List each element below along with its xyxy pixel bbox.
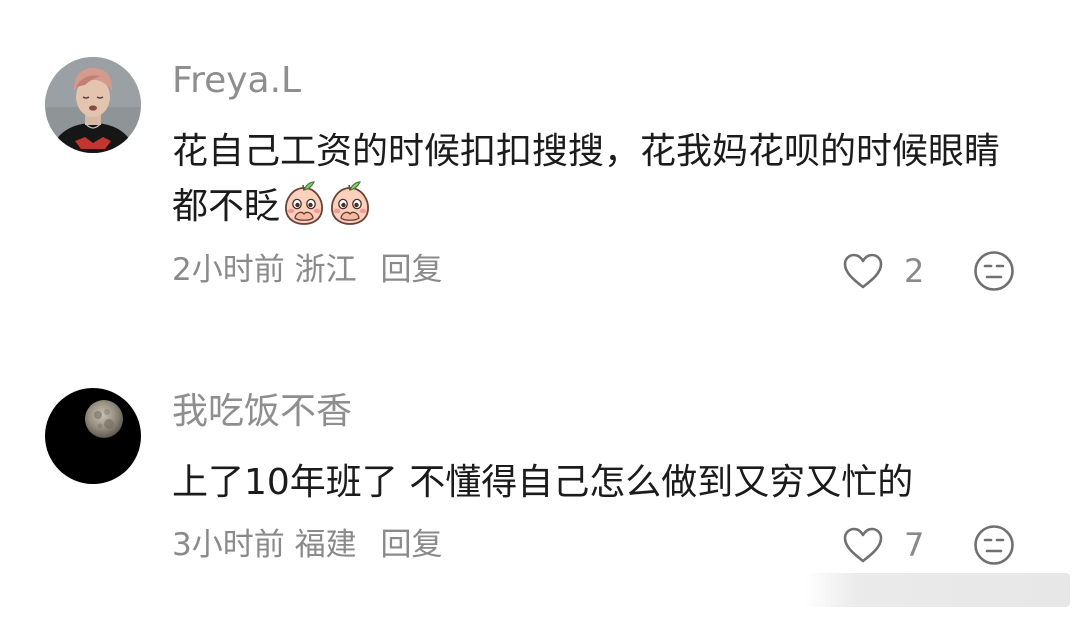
heart-outline-icon — [843, 253, 883, 289]
dislike-button[interactable] — [973, 524, 1015, 566]
like-count: 2 — [904, 252, 925, 290]
username[interactable]: 我吃饭不香 — [172, 390, 352, 434]
like-count: 7 — [904, 526, 925, 564]
like-button[interactable]: 7 — [842, 523, 924, 567]
comment-location: 浙江 — [294, 252, 357, 288]
neutral-face-icon — [974, 525, 1014, 565]
avatar[interactable] — [45, 388, 141, 484]
peach-covering-mouth-emoji-icon — [282, 178, 326, 226]
comment-meta: 3小时前 福建 回复 — [172, 525, 442, 565]
watermark — [805, 573, 1070, 607]
comment-location: 福建 — [294, 527, 357, 563]
comment-time: 2小时前 — [172, 252, 285, 288]
comment-time: 3小时前 — [172, 527, 285, 563]
avatar[interactable] — [45, 57, 141, 153]
comment-text: 花自己工资的时候扣扣搜搜，花我妈花呗的时候眼睛都不眨 — [172, 126, 1032, 233]
dislike-button[interactable] — [973, 250, 1015, 292]
like-button[interactable]: 2 — [842, 249, 924, 293]
neutral-face-icon — [974, 251, 1014, 291]
comment-item: Freya.L 花自己工资的时候扣扣搜搜，花我妈花呗的时候眼睛都不眨 2小时前 … — [0, 0, 1080, 330]
reply-button[interactable]: 回复 — [380, 527, 442, 563]
heart-outline-icon — [843, 527, 883, 563]
peach-covering-mouth-emoji-icon — [328, 178, 372, 226]
reply-button[interactable]: 回复 — [380, 252, 442, 288]
comment-text: 上了10年班了 不懂得自己怎么做到又穷又忙的 — [172, 462, 914, 503]
username[interactable]: Freya.L — [172, 59, 301, 103]
comment-meta: 2小时前 浙江 回复 — [172, 250, 442, 290]
